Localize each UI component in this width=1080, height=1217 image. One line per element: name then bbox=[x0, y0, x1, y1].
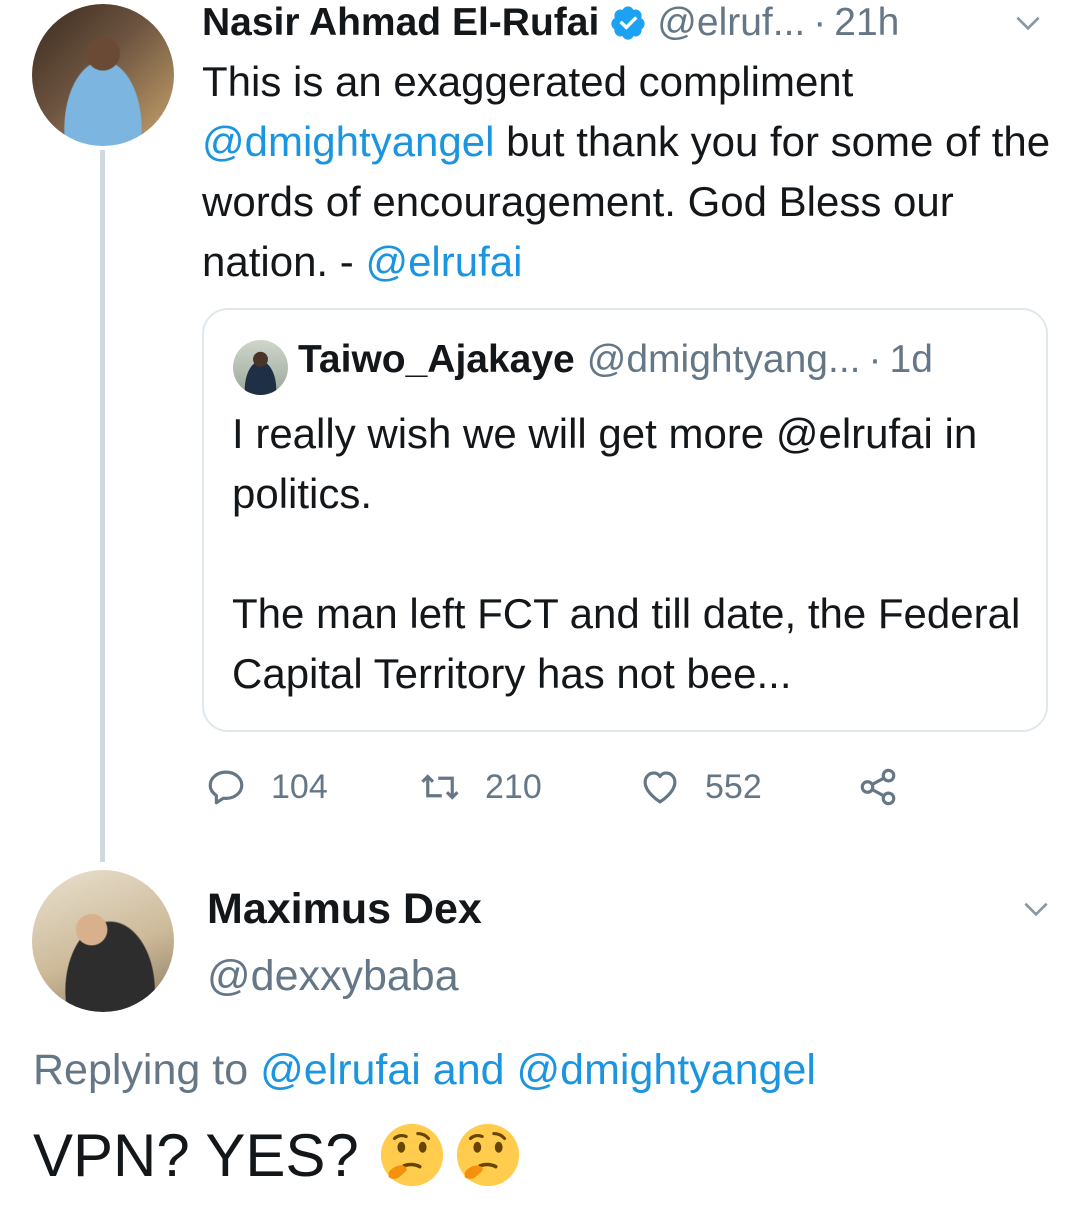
replying-and: and bbox=[420, 1046, 517, 1094]
mention-link[interactable]: @elrufai bbox=[365, 238, 522, 285]
author-handle[interactable]: @elruf... bbox=[657, 1, 805, 45]
quoted-text-line: The man left FCT and till date, the Fede… bbox=[232, 590, 1021, 697]
retweet-button[interactable]: 210 bbox=[419, 762, 542, 812]
tweet-text-part: VPN? YES? bbox=[33, 1121, 359, 1189]
quoted-tweet-header: Taiwo_Ajakaye @dmightyang... · 1d bbox=[298, 332, 933, 388]
separator-dot: · bbox=[813, 1, 827, 44]
heart-icon bbox=[643, 771, 677, 804]
chevron-down-icon[interactable] bbox=[1012, 7, 1044, 39]
retweet-icon bbox=[421, 774, 459, 800]
quoted-tweet-text: I really wish we will get more @elrufai … bbox=[232, 404, 1032, 704]
tweet-text: This is an exaggerated compliment @dmigh… bbox=[202, 52, 1062, 292]
verified-badge-icon bbox=[611, 6, 645, 40]
replying-to: Replying to @elrufai and @dmightyangel bbox=[33, 1046, 816, 1095]
quoted-timestamp: 1d bbox=[889, 338, 933, 381]
mention-link[interactable]: @dmightyangel bbox=[517, 1046, 816, 1094]
avatar[interactable] bbox=[32, 4, 174, 146]
author-handle[interactable]: @dexxybaba bbox=[207, 952, 459, 1001]
tweet-text-part: This is an exaggerated compliment bbox=[202, 58, 854, 105]
replying-prefix: Replying to bbox=[33, 1046, 261, 1094]
mention-link[interactable]: @elrufai bbox=[260, 1046, 421, 1094]
reply-button[interactable]: 104 bbox=[205, 762, 328, 812]
retweet-count: 210 bbox=[485, 767, 542, 806]
quoted-author-name: Taiwo_Ajakaye bbox=[298, 338, 575, 381]
quoted-avatar bbox=[233, 340, 288, 395]
share-icon bbox=[860, 768, 896, 806]
reply-count: 104 bbox=[271, 767, 328, 806]
thinking-face-emoji-icon bbox=[380, 1123, 443, 1187]
like-count: 552 bbox=[705, 767, 762, 806]
avatar[interactable] bbox=[32, 870, 174, 1012]
reply-icon bbox=[208, 770, 244, 805]
thread-connector-line bbox=[100, 150, 105, 862]
tweet-header: Nasir Ahmad El-Rufai @elruf... · 21h bbox=[202, 0, 899, 46]
tweet-actions: 104 210 552 bbox=[205, 762, 925, 812]
separator-dot: · bbox=[868, 338, 882, 381]
quoted-author-handle: @dmightyang... bbox=[586, 338, 861, 381]
share-button[interactable] bbox=[857, 762, 899, 812]
like-button[interactable]: 552 bbox=[639, 762, 762, 812]
chevron-down-icon[interactable] bbox=[1020, 893, 1052, 925]
timestamp[interactable]: 21h bbox=[834, 1, 899, 45]
quoted-text-line: I really wish we will get more @elrufai … bbox=[232, 410, 978, 517]
tweet-text: VPN? YES? bbox=[33, 1120, 523, 1190]
author-name[interactable]: Nasir Ahmad El-Rufai bbox=[202, 1, 599, 45]
mention-link[interactable]: @dmightyangel bbox=[202, 118, 494, 165]
thinking-face-emoji-icon bbox=[456, 1123, 519, 1187]
author-name[interactable]: Maximus Dex bbox=[207, 885, 482, 934]
